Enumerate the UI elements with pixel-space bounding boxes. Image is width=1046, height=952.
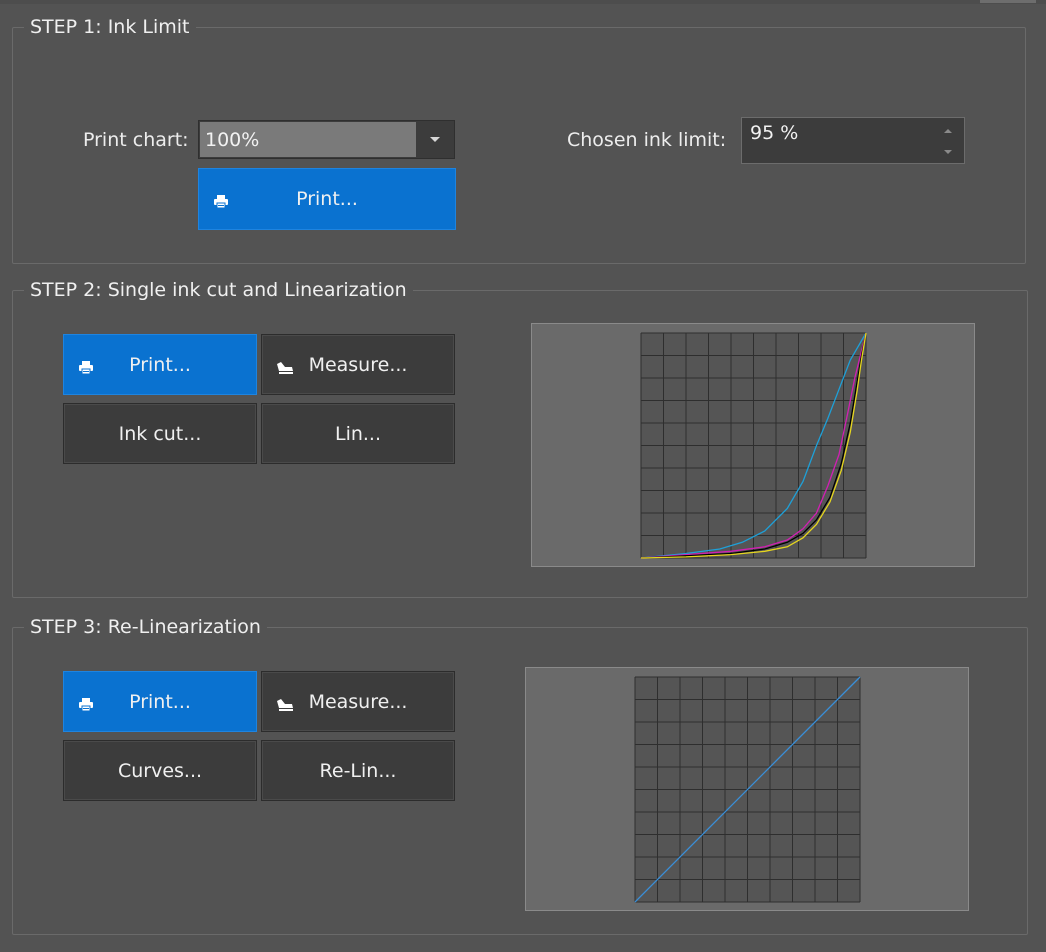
relin-button[interactable]: Re-Lin... — [261, 740, 455, 801]
spectrophotometer-icon — [276, 358, 293, 374]
lin-button[interactable]: Lin... — [261, 403, 455, 464]
relin-label: Re-Lin... — [319, 759, 397, 782]
step2-measure-label: Measure... — [308, 353, 408, 376]
step3-title: STEP 3: Re-Linearization — [24, 615, 267, 639]
step3-print-label: Print... — [129, 690, 191, 713]
printer-icon — [78, 695, 94, 711]
ink-cut-button[interactable]: Ink cut... — [63, 403, 257, 464]
spin-down-icon[interactable] — [932, 141, 964, 162]
printer-icon — [213, 192, 229, 209]
linearization-graph — [531, 323, 975, 567]
window-top-strip — [0, 0, 1046, 4]
chosen-ink-limit-spinbox[interactable]: 95 % — [741, 117, 965, 164]
window-top-button[interactable] — [980, 0, 1036, 3]
step3-print-button[interactable]: Print... — [63, 671, 257, 732]
print-chart-value: 100% — [200, 122, 416, 157]
step2-print-button[interactable]: Print... — [63, 334, 257, 395]
curves-label: Curves... — [117, 759, 203, 782]
print-chart-label: Print chart: — [83, 129, 189, 151]
spin-up-icon[interactable] — [932, 120, 964, 141]
chevron-down-icon[interactable] — [416, 121, 454, 158]
step2-measure-button[interactable]: Measure... — [261, 334, 455, 395]
curves-button[interactable]: Curves... — [63, 740, 257, 801]
step3-measure-label: Measure... — [308, 690, 408, 713]
printer-icon — [78, 358, 94, 374]
relinearization-graph — [525, 667, 969, 911]
step1-print-button[interactable]: Print... — [198, 168, 456, 230]
step1-print-label: Print... — [296, 188, 358, 210]
print-chart-dropdown[interactable]: 100% — [198, 120, 455, 159]
lin-label: Lin... — [334, 422, 382, 445]
step2-title: STEP 2: Single ink cut and Linearization — [24, 278, 413, 302]
step3-measure-button[interactable]: Measure... — [261, 671, 455, 732]
chosen-ink-limit-label: Chosen ink limit: — [567, 129, 727, 151]
step2-print-label: Print... — [129, 353, 191, 376]
ink-cut-label: Ink cut... — [118, 422, 202, 445]
step1-title: STEP 1: Ink Limit — [24, 15, 196, 39]
chosen-ink-limit-value: 95 % — [750, 122, 799, 144]
relinearization-graph-svg — [634, 676, 861, 903]
linearization-graph-svg — [640, 332, 867, 559]
spectrophotometer-icon — [276, 695, 293, 711]
